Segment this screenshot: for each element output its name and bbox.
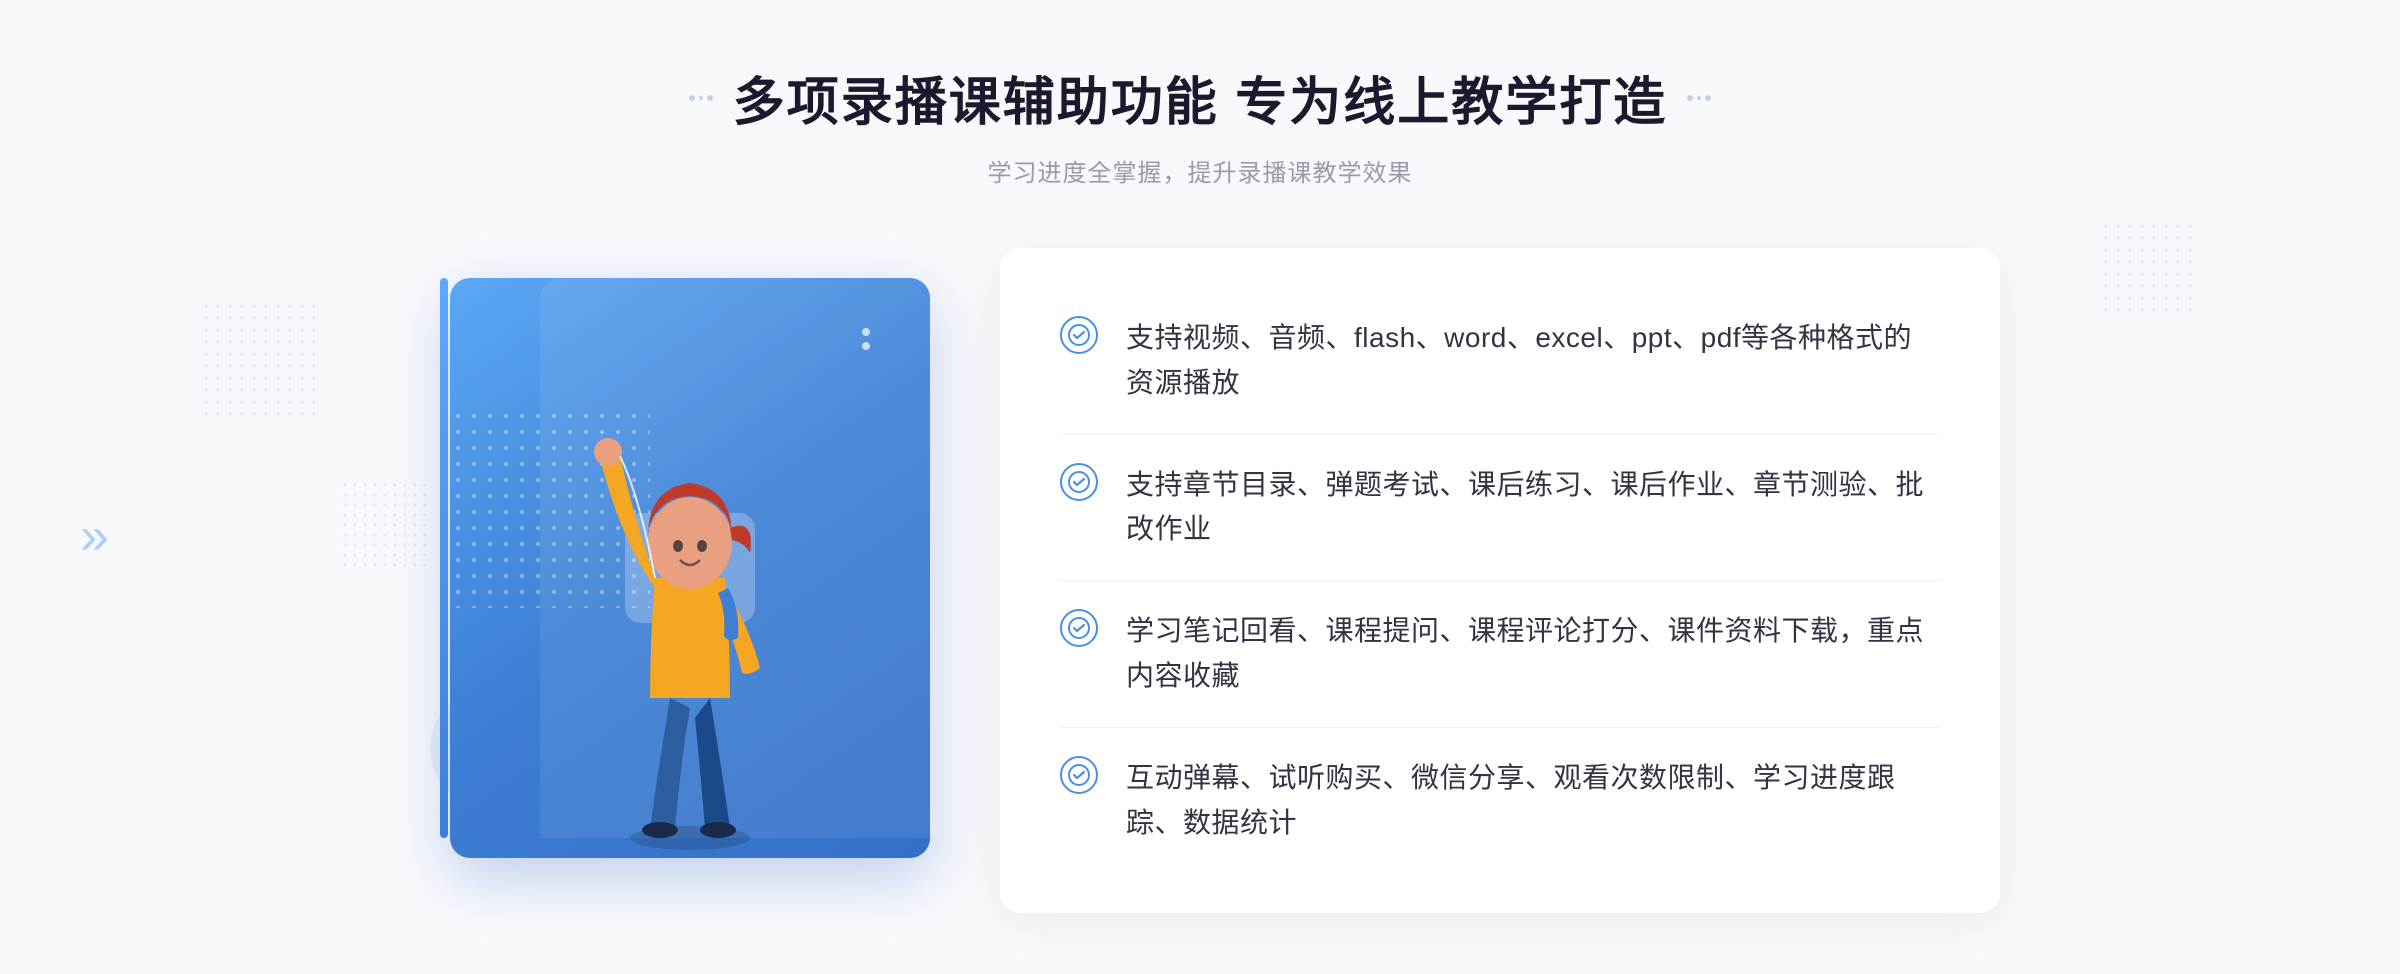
feature-text-2: 支持章节目录、弹题考试、课后练习、课后作业、章节测验、批改作业 xyxy=(1126,463,1940,553)
check-circle-3 xyxy=(1060,609,1098,647)
check-circle-4 xyxy=(1060,756,1098,794)
feature-item-4: 互动弹幕、试听购买、微信分享、观看次数限制、学习进度跟踪、数据统计 xyxy=(1060,727,1940,874)
sparkle-dot-1 xyxy=(862,328,870,336)
sparkle-dot-2 xyxy=(862,342,870,350)
feature-item-3: 学习笔记回看、课程提问、课程评论打分、课件资料下载，重点内容收藏 xyxy=(1060,580,1940,727)
check-circle-1 xyxy=(1060,316,1098,354)
person-illustration xyxy=(530,378,850,858)
sparkle-dots xyxy=(862,328,870,350)
bg-dots-left xyxy=(200,300,320,420)
check-icon-1 xyxy=(1067,323,1091,347)
content-area: 支持视频、音频、flash、word、excel、ppt、pdf等各种格式的资源… xyxy=(400,248,2000,913)
feature-text-3: 学习笔记回看、课程提问、课程评论打分、课件资料下载，重点内容收藏 xyxy=(1126,609,1940,699)
feature-item-1: 支持视频、音频、flash、word、excel、ppt、pdf等各种格式的资源… xyxy=(1060,288,1940,434)
check-icon-3 xyxy=(1067,616,1091,640)
title-decorator-left xyxy=(689,95,713,101)
check-icon-4 xyxy=(1067,763,1091,787)
left-chevron-icon: » xyxy=(80,510,109,562)
check-icon-2 xyxy=(1067,470,1091,494)
feature-text-1: 支持视频、音频、flash、word、excel、ppt、pdf等各种格式的资源… xyxy=(1126,316,1940,406)
main-title: 多项录播课辅助功能 专为线上教学打造 xyxy=(733,60,1667,135)
video-card xyxy=(450,278,930,858)
page-container: » 多项录播课辅助功能 专为线上教学打造 学习进度全掌握，提升录播课教学效果 xyxy=(0,0,2400,974)
header-section: 多项录播课辅助功能 专为线上教学打造 学习进度全掌握，提升录播课教学效果 xyxy=(689,60,1711,188)
title-decorator-right xyxy=(1687,95,1711,101)
bg-dots-right xyxy=(2100,220,2200,320)
blue-accent-bar xyxy=(440,278,448,838)
features-panel: 支持视频、音频、flash、word、excel、ppt、pdf等各种格式的资源… xyxy=(1000,248,2000,913)
title-row: 多项录播课辅助功能 专为线上教学打造 xyxy=(689,60,1711,135)
subtitle: 学习进度全掌握，提升录播课教学效果 xyxy=(689,153,1711,188)
check-circle-2 xyxy=(1060,463,1098,501)
feature-text-4: 互动弹幕、试听购买、微信分享、观看次数限制、学习进度跟踪、数据统计 xyxy=(1126,756,1940,846)
illustration-wrapper xyxy=(400,248,980,888)
feature-item-2: 支持章节目录、弹题考试、课后练习、课后作业、章节测验、批改作业 xyxy=(1060,434,1940,581)
